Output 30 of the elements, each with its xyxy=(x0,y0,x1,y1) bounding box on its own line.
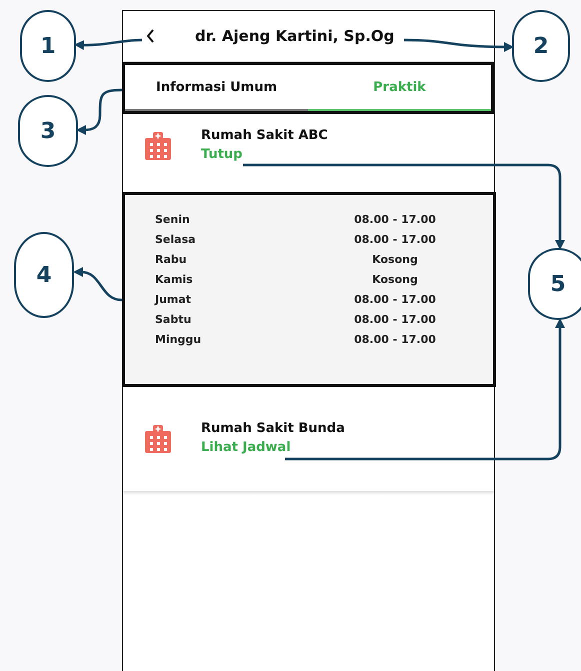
day-label: Selasa xyxy=(155,233,197,246)
hospital-icon xyxy=(145,425,171,453)
callout-number: 3 xyxy=(18,95,78,167)
hours-value: Kosong xyxy=(371,273,419,286)
callout-arrow xyxy=(74,38,142,50)
hours-value: 08.00 - 17.00 xyxy=(353,213,437,226)
day-label: Kamis xyxy=(155,273,194,286)
hospital-name: Rumah Sakit Bunda xyxy=(201,421,345,436)
day-label: Rabu xyxy=(155,253,188,266)
schedule-link[interactable]: Lihat Jadwal xyxy=(201,440,291,455)
callout-arrow xyxy=(76,88,122,135)
hours-value: 08.00 - 17.00 xyxy=(353,233,437,246)
hospital-name: Rumah Sakit ABC xyxy=(201,128,328,143)
hours-value: Kosong xyxy=(371,253,419,266)
hospital-icon xyxy=(145,132,171,160)
doctor-name: dr. Ajeng Kartini, Sp.Og xyxy=(195,27,394,45)
callout-number: 2 xyxy=(512,10,570,82)
callout-number: 1 xyxy=(20,10,76,82)
schedule-link[interactable]: Tutup xyxy=(201,147,242,162)
back-icon[interactable] xyxy=(145,28,155,44)
day-label: Minggu xyxy=(155,333,202,346)
callout-number: 4 xyxy=(14,232,74,318)
day-label: Jumat xyxy=(155,293,192,306)
day-label: Sabtu xyxy=(155,313,192,326)
callout-arrow xyxy=(73,267,122,302)
callout-number: 5 xyxy=(528,248,581,320)
hours-value: 08.00 - 17.00 xyxy=(353,293,437,306)
hours-value: 08.00 - 17.00 xyxy=(353,333,437,346)
hours-value: 08.00 - 17.00 xyxy=(353,313,437,326)
day-label: Senin xyxy=(155,213,191,226)
